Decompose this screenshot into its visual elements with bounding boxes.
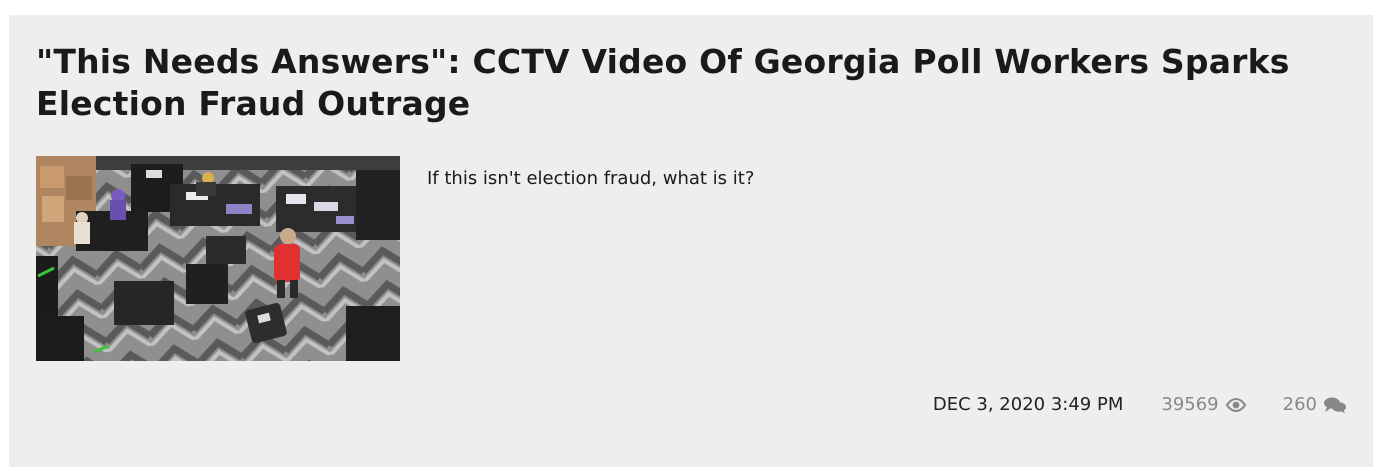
article-meta: DEC 3, 2020 3:49 PM 39569 260	[933, 393, 1347, 417]
speech-bubbles-icon	[1323, 396, 1347, 414]
publish-date: DEC 3, 2020 3:49 PM	[932, 394, 1124, 415]
comment-count[interactable]: 260	[1283, 393, 1347, 417]
article-teaser: If this isn't election fraud, what is it…	[427, 168, 755, 189]
article-thumbnail[interactable]	[36, 156, 400, 361]
article-title[interactable]: "This Needs Answers": CCTV Video Of Geor…	[36, 41, 1336, 125]
eye-icon	[1225, 397, 1247, 413]
comment-count-value: 260	[1282, 394, 1317, 415]
article-card: "This Needs Answers": CCTV Video Of Geor…	[9, 15, 1373, 467]
view-count-value: 39569	[1161, 394, 1219, 415]
view-count: 39569	[1161, 393, 1246, 417]
